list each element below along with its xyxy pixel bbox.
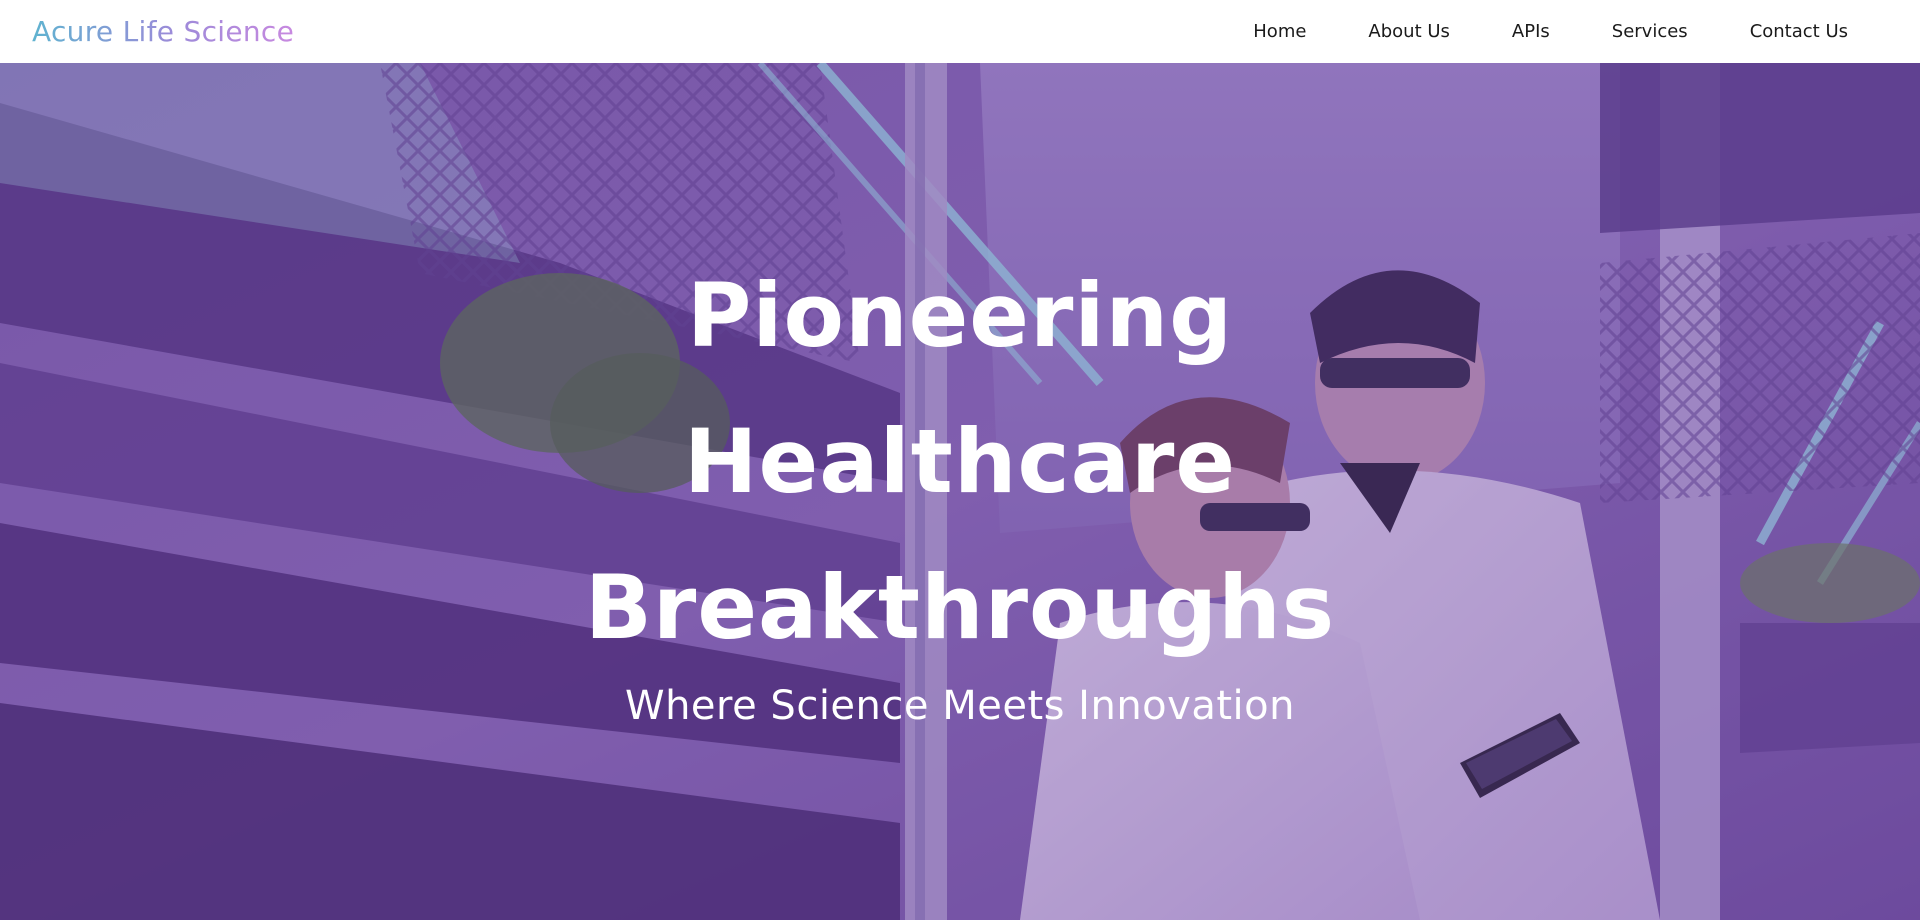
nav-link-contact-us[interactable]: Contact Us: [1719, 21, 1848, 42]
hero-content: Pioneering Healthcare Breakthroughs Wher…: [0, 63, 1920, 920]
hero-title: Pioneering Healthcare Breakthroughs: [0, 243, 1920, 681]
nav-link-home[interactable]: Home: [1222, 21, 1337, 42]
hero-subtitle: Where Science Meets Innovation: [625, 683, 1295, 729]
nav-link-apis[interactable]: APIs: [1481, 21, 1581, 42]
hero-title-line-1: Pioneering: [686, 264, 1234, 367]
brand-logo[interactable]: Acure Life Science: [32, 15, 294, 48]
hero-title-line-2: Healthcare: [683, 410, 1237, 513]
main-nav: Home About Us APIs Services Contact Us: [1222, 21, 1848, 42]
nav-link-about-us[interactable]: About Us: [1337, 21, 1481, 42]
hero-title-line-3: Breakthroughs: [584, 556, 1336, 659]
top-navbar: Acure Life Science Home About Us APIs Se…: [0, 0, 1920, 63]
nav-link-services[interactable]: Services: [1581, 21, 1719, 42]
hero-section: Pioneering Healthcare Breakthroughs Wher…: [0, 63, 1920, 920]
